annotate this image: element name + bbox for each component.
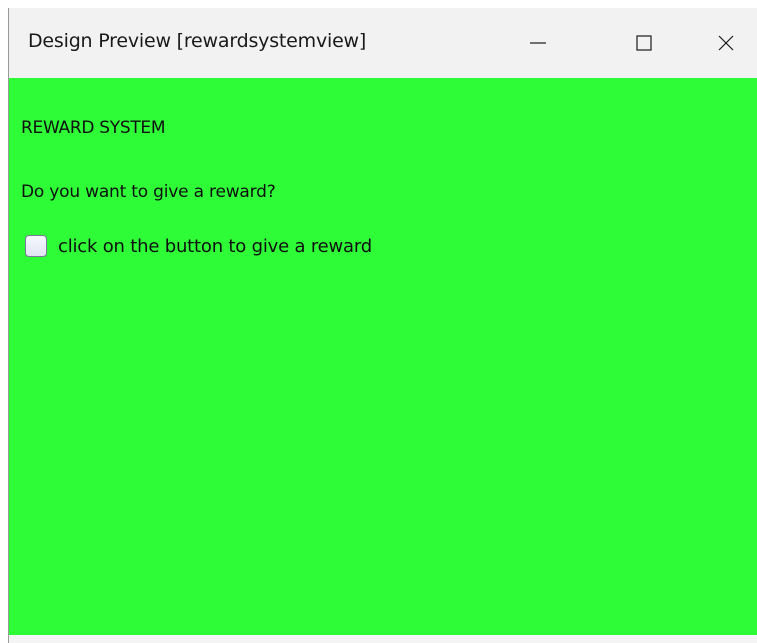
close-icon	[718, 35, 734, 51]
minimize-icon	[530, 42, 546, 44]
content-panel: REWARD SYSTEM Do you want to give a rewa…	[9, 78, 757, 635]
title-bar[interactable]: Design Preview [rewardsystemview]	[9, 8, 757, 78]
window-bottom-edge	[9, 635, 757, 643]
reward-checkbox-row[interactable]: click on the button to give a reward	[25, 232, 372, 260]
maximize-button[interactable]	[609, 8, 679, 78]
preview-window: Design Preview [rewardsystemview] REWARD…	[8, 8, 757, 643]
minimize-button[interactable]	[503, 8, 573, 78]
reward-question: Do you want to give a reward?	[21, 182, 276, 202]
window-title: Design Preview [rewardsystemview]	[28, 30, 367, 52]
close-button[interactable]	[691, 8, 757, 78]
reward-checkbox-label[interactable]: click on the button to give a reward	[58, 236, 372, 257]
page-heading: REWARD SYSTEM	[21, 118, 166, 138]
reward-checkbox[interactable]	[25, 235, 47, 257]
maximize-icon	[636, 35, 652, 51]
